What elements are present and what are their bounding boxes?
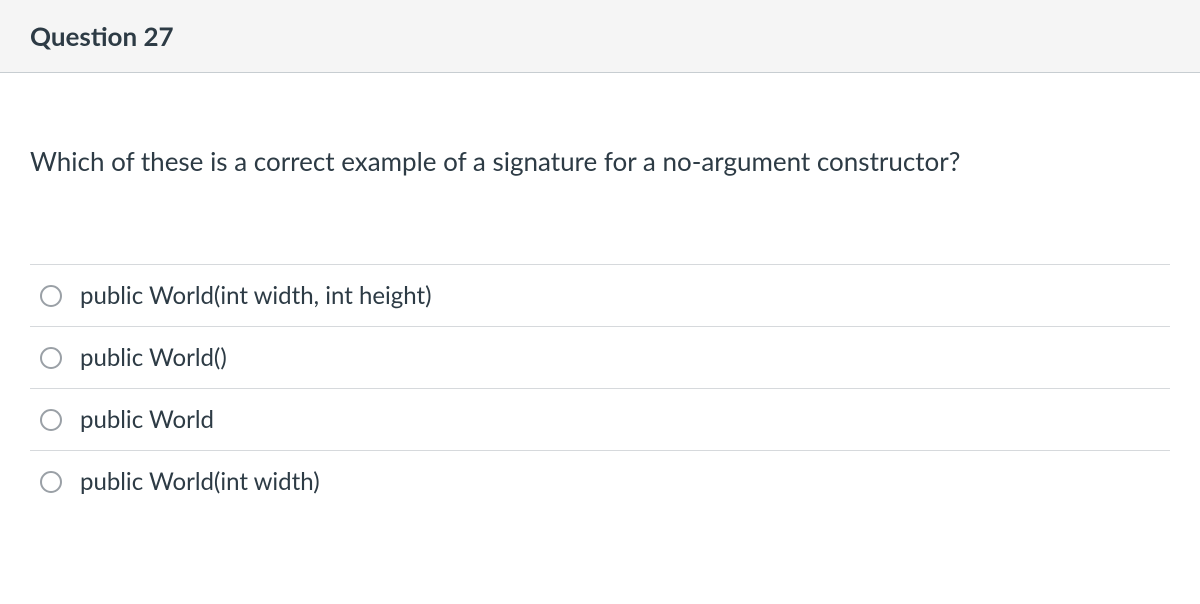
question-body: Which of these is a correct example of a…	[0, 73, 1200, 512]
option-row[interactable]: public World	[30, 389, 1170, 451]
option-row[interactable]: public World(int width)	[30, 451, 1170, 512]
option-row[interactable]: public World()	[30, 327, 1170, 389]
option-label: public World(int width)	[80, 467, 320, 496]
radio-icon[interactable]	[40, 409, 62, 431]
radio-icon[interactable]	[40, 347, 62, 369]
option-label: public World()	[80, 343, 227, 372]
option-row[interactable]: public World(int width, int height)	[30, 265, 1170, 327]
radio-icon[interactable]	[40, 471, 62, 493]
option-label: public World(int width, int height)	[80, 281, 431, 310]
question-text: Which of these is a correct example of a…	[30, 143, 1170, 179]
option-label: public World	[80, 405, 214, 434]
question-title: Question 27	[30, 20, 1170, 52]
options-list: public World(int width, int height) publ…	[30, 264, 1170, 512]
question-header: Question 27	[0, 0, 1200, 73]
radio-icon[interactable]	[40, 285, 62, 307]
